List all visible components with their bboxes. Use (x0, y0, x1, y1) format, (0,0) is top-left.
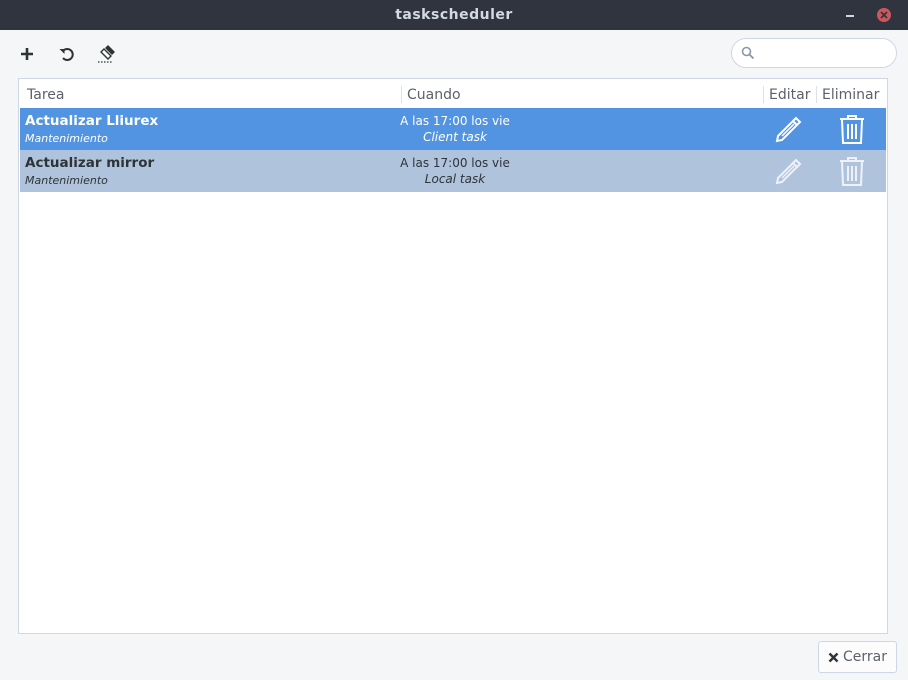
app-window: taskscheduler Tarea Cuando Editar Elimin… (0, 0, 908, 680)
titlebar: taskscheduler (0, 0, 908, 30)
refresh-icon (59, 48, 74, 61)
edit-task-button[interactable] (772, 113, 804, 145)
close-icon (880, 11, 888, 19)
task-schedule: A las 17:00 los vie (400, 156, 510, 170)
column-header-editar[interactable]: Editar (769, 87, 810, 103)
pencil-icon (775, 116, 802, 143)
task-name: Actualizar Lliurex (25, 113, 159, 129)
pencil-icon (775, 158, 802, 185)
task-type: Mantenimiento (25, 132, 108, 145)
column-divider (816, 86, 817, 103)
task-origin: Client task (423, 130, 487, 144)
close-button[interactable]: Cerrar (818, 641, 897, 673)
window-title: taskscheduler (395, 7, 513, 23)
column-divider (401, 86, 402, 103)
close-window-button[interactable] (877, 8, 891, 22)
column-divider (763, 86, 764, 103)
task-type: Mantenimiento (25, 174, 108, 187)
task-origin: Local task (424, 172, 486, 186)
table-row[interactable]: Actualizar mirror Mantenimiento A las 17… (20, 150, 886, 192)
search-box[interactable] (731, 38, 897, 68)
column-header-tarea[interactable]: Tarea (27, 87, 64, 103)
table-header: Tarea Cuando Editar Eliminar (20, 80, 886, 107)
task-name: Actualizar mirror (25, 155, 155, 171)
search-icon (741, 46, 755, 60)
table-row[interactable]: Actualizar Lliurex Mantenimiento A las 1… (20, 108, 886, 150)
clean-button[interactable] (96, 43, 118, 65)
close-x-icon (828, 652, 839, 662)
eraser-icon (98, 45, 115, 63)
search-input[interactable] (762, 43, 892, 65)
plus-icon (21, 48, 33, 60)
column-header-eliminar[interactable]: Eliminar (822, 87, 879, 103)
column-header-cuando[interactable]: Cuando (407, 87, 461, 103)
add-task-button[interactable] (16, 43, 38, 65)
trash-icon (840, 157, 864, 186)
delete-task-button[interactable] (837, 155, 867, 187)
edit-task-button[interactable] (772, 155, 804, 187)
main-content: Tarea Cuando Editar Eliminar Actualizar … (0, 78, 908, 680)
close-button-label: Cerrar (843, 649, 887, 665)
refresh-button[interactable] (56, 43, 78, 65)
delete-task-button[interactable] (837, 113, 867, 145)
minimize-button[interactable] (843, 8, 857, 22)
trash-icon (840, 115, 864, 144)
task-list: Tarea Cuando Editar Eliminar Actualizar … (18, 78, 888, 634)
task-schedule: A las 17:00 los vie (400, 114, 510, 128)
